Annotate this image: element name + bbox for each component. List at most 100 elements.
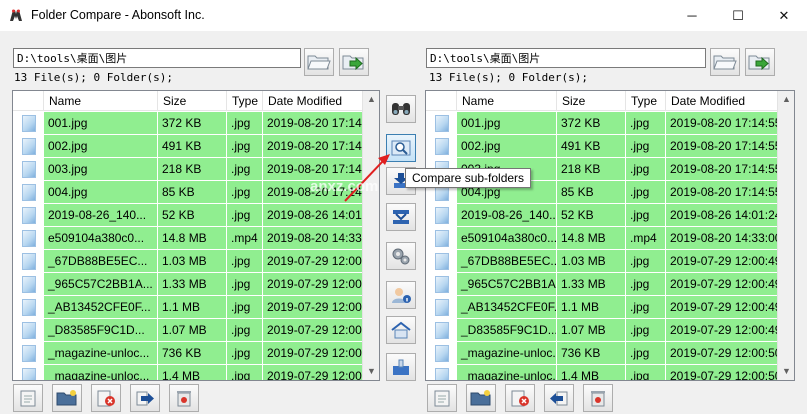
cell-size: 491 KB — [557, 135, 626, 157]
file-icon-cell — [426, 273, 457, 295]
cell-type: .jpg — [626, 365, 666, 380]
table-row[interactable]: _67DB88BE5EC... 1.03 MB .jpg 2019-07-29 12:… — [13, 250, 379, 273]
left-recycle-bin-button[interactable] — [169, 384, 199, 412]
left-copy-right-button[interactable] — [130, 384, 160, 412]
table-row[interactable]: _AB13452CFE0F... 1.1 MB .jpg 2019-07-29 12:… — [426, 296, 794, 319]
left-browse-button[interactable] — [304, 48, 334, 76]
file-icon-cell — [13, 158, 44, 180]
table-row[interactable]: _magazine-unloc... 736 KB .jpg 2019-07-29 1… — [13, 342, 379, 365]
table-row[interactable]: _965C57C2BB1A... 1.33 MB .jpg 2019-07-29 12… — [426, 273, 794, 296]
left-delete-file-button[interactable] — [91, 384, 121, 412]
table-row[interactable]: e509104a380c0... 14.8 MB .mp4 2019-08-20 14… — [13, 227, 379, 250]
table-row[interactable]: _D83585F9C1D... 1.07 MB .jpg 2019-07-29 12:… — [426, 319, 794, 342]
table-row[interactable]: 001.jpg372 KB.jpg2019-08-20 17:14:55 — [426, 112, 794, 135]
cell-size: 372 KB — [557, 112, 626, 134]
compare-subfolders-button[interactable] — [386, 134, 416, 162]
left-scrollbar[interactable]: ▲ ▼ — [362, 91, 379, 380]
cell-type: .jpg — [227, 250, 263, 272]
cell-date-modified: 2019-07-29 12:00:50 — [263, 342, 365, 364]
right-path-input[interactable]: D:\tools\桌面\图片 — [426, 48, 706, 68]
image-file-icon — [21, 183, 36, 201]
cell-size: 85 KB — [158, 181, 227, 203]
cell-type: .jpg — [626, 158, 666, 180]
cell-type: .jpg — [227, 112, 263, 134]
table-row[interactable]: 002.jpg491 KB.jpg2019-08-20 17:14:55 — [13, 135, 379, 158]
table-row[interactable]: 2019-08-26_140... 52 KB .jpg 2019-08-26 14:… — [426, 204, 794, 227]
maximize-button[interactable]: ☐ — [715, 0, 761, 31]
about-button[interactable] — [386, 281, 416, 309]
header-size[interactable]: Size — [557, 91, 626, 111]
scroll-up-arrow-icon[interactable]: ▲ — [778, 91, 794, 108]
sync-button[interactable] — [386, 203, 416, 231]
exit-button[interactable] — [386, 353, 416, 381]
file-icon-cell — [13, 319, 44, 341]
scroll-up-arrow-icon[interactable]: ▲ — [363, 91, 379, 108]
table-row[interactable]: 001.jpg372 KB.jpg2019-08-20 17:14:55 — [13, 112, 379, 135]
minimize-button[interactable]: ─ — [669, 0, 715, 31]
cell-type: .jpg — [626, 135, 666, 157]
cell-name: _67DB88BE5EC... — [44, 250, 158, 272]
delete-file-icon — [511, 390, 529, 407]
left-notepad-button[interactable] — [13, 384, 43, 412]
left-go-button[interactable] — [339, 48, 369, 76]
cell-size: 1.03 MB — [158, 250, 227, 272]
header-date-modified[interactable]: Date Modified — [666, 91, 780, 111]
table-row[interactable]: _D83585F9C1D... 1.07 MB .jpg 2019-07-29 12:… — [13, 319, 379, 342]
left-new-folder-button[interactable] — [52, 384, 82, 412]
right-file-list[interactable]: Name Size Type Date Modified 001.jpg 372 … — [425, 90, 795, 381]
table-row[interactable]: _AB13452CFE0F... 1.1 MB .jpg 2019-07-29 12:… — [13, 296, 379, 319]
cell-date-modified: 2019-07-29 12:00:49 — [666, 296, 780, 318]
table-row[interactable]: _magazine-unloc... 1.4 MB .jpg 2019-07-29 1… — [13, 365, 379, 380]
cell-date-modified: 2019-08-20 17:14:55 — [666, 135, 780, 157]
header-type[interactable]: Type — [626, 91, 666, 111]
table-row[interactable]: _magazine-unloc... 1.4 MB .jpg 2019-07-29 1… — [426, 365, 794, 380]
cell-type: .mp4 — [626, 227, 666, 249]
cell-type: .jpg — [626, 112, 666, 134]
home-button[interactable] — [386, 316, 416, 344]
right-browse-button[interactable] — [710, 48, 740, 76]
image-file-icon — [21, 137, 36, 155]
cell-size: 1.1 MB — [158, 296, 227, 318]
header-size[interactable]: Size — [158, 91, 227, 111]
table-row[interactable]: 2019-08-26_140... 52 KB .jpg 2019-08-26 14:… — [13, 204, 379, 227]
cell-name: _magazine-unloc... — [457, 342, 557, 364]
app-logo-icon — [10, 9, 22, 21]
cell-size: 1.03 MB — [557, 250, 626, 272]
right-copy-left-button[interactable] — [544, 384, 574, 412]
left-path-input[interactable]: D:\tools\桌面\图片 — [13, 48, 301, 68]
table-row[interactable]: 002.jpg491 KB.jpg2019-08-20 17:14:55 — [426, 135, 794, 158]
scroll-down-arrow-icon[interactable]: ▼ — [778, 363, 794, 380]
header-name[interactable]: Name — [44, 91, 158, 111]
image-file-icon — [434, 367, 449, 380]
file-icon-cell — [13, 342, 44, 364]
right-recycle-bin-button[interactable] — [583, 384, 613, 412]
right-go-button[interactable] — [745, 48, 775, 76]
table-row[interactable]: _67DB88BE5EC... 1.03 MB .jpg 2019-07-29 12:… — [426, 250, 794, 273]
right-delete-file-button[interactable] — [505, 384, 535, 412]
table-row[interactable]: _965C57C2BB1A... 1.33 MB .jpg 2019-07-29 12… — [13, 273, 379, 296]
header-name[interactable]: Name — [457, 91, 557, 111]
file-icon-cell — [426, 319, 457, 341]
cell-type: .jpg — [626, 204, 666, 226]
right-notepad-button[interactable] — [427, 384, 457, 412]
close-button[interactable]: ✕ — [761, 0, 807, 31]
find-button[interactable] — [386, 95, 416, 123]
header-type[interactable]: Type — [227, 91, 263, 111]
image-file-icon — [21, 229, 36, 247]
right-new-folder-button[interactable] — [466, 384, 496, 412]
right-scrollbar[interactable]: ▲ ▼ — [777, 91, 794, 380]
header-date-modified[interactable]: Date Modified — [263, 91, 365, 111]
image-file-icon — [21, 206, 36, 224]
file-icon-cell — [426, 112, 457, 134]
cell-size: 85 KB — [557, 181, 626, 203]
cell-type: .jpg — [626, 342, 666, 364]
image-file-icon — [434, 252, 449, 270]
table-row[interactable]: e509104a380c0... 14.8 MB .mp4 2019-08-20 14… — [426, 227, 794, 250]
image-file-icon — [434, 321, 449, 339]
table-row[interactable]: _magazine-unloc... 736 KB .jpg 2019-07-29 1… — [426, 342, 794, 365]
settings-button[interactable] — [386, 242, 416, 270]
left-file-list[interactable]: Name Size Type Date Modified 001.jpg 372 … — [12, 90, 380, 381]
scroll-down-arrow-icon[interactable]: ▼ — [363, 363, 379, 380]
right-list-header: Name Size Type Date Modified — [426, 91, 794, 111]
cell-date-modified: 2019-07-29 12:00:50 — [666, 342, 780, 364]
